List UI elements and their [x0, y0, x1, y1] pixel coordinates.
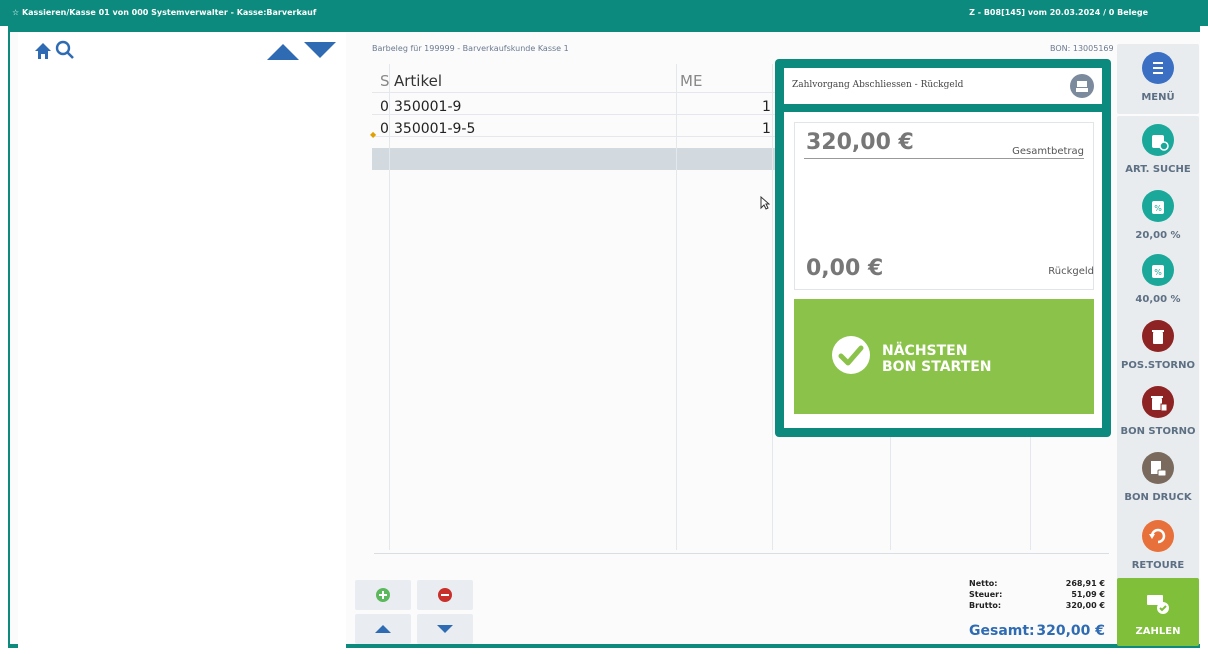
print-icon: [1142, 452, 1174, 484]
discount-20-label: 20,00 %: [1135, 230, 1181, 241]
bon-druck-button[interactable]: BON DRUCK: [1117, 444, 1199, 514]
register-icon[interactable]: [1070, 74, 1094, 98]
trash-receipt-icon: [1142, 386, 1174, 418]
brutto-value: 320,00 €: [1065, 601, 1105, 610]
discount-20-button[interactable]: % 20,00 %: [1117, 182, 1199, 252]
arrow-down-icon: [437, 625, 453, 633]
title-bar: ☆ Kassieren/Kasse 01 von 000 Systemverwa…: [0, 0, 1208, 26]
article-search-label: ART. SUCHE: [1125, 164, 1191, 175]
payment-icon: [1147, 595, 1169, 614]
bon-storno-button[interactable]: BON STORNO: [1117, 378, 1199, 448]
dialog-header: Zahlvorgang Abschliessen - Rückgeld: [784, 68, 1102, 104]
column-header-s[interactable]: S: [380, 72, 390, 90]
next-receipt-label: NÄCHSTEN BON STARTEN: [882, 343, 992, 375]
change-amount: 0,00 €: [806, 256, 884, 281]
menu-label: MENÜ: [1141, 92, 1175, 103]
bon-druck-label: BON DRUCK: [1124, 492, 1192, 503]
svg-text:%: %: [1154, 268, 1162, 277]
row2-artikel[interactable]: 350001-9-5: [394, 121, 475, 137]
steuer-label: Steuer:: [969, 590, 1003, 599]
menu-button[interactable]: MENÜ: [1117, 44, 1199, 114]
plus-icon: [376, 588, 390, 602]
checkmark-icon: [832, 336, 870, 374]
netto-label: Netto:: [969, 579, 998, 588]
column-header-artikel[interactable]: Artikel: [394, 72, 442, 90]
total-label: Gesamtbetrag: [1012, 146, 1084, 157]
add-quantity-button[interactable]: [355, 580, 411, 610]
remove-quantity-button[interactable]: [417, 580, 473, 610]
discount-icon: %: [1142, 190, 1174, 222]
bon-number: BON: 13005169: [1050, 44, 1114, 53]
arrow-up-icon: [375, 625, 391, 633]
totals-summary: Netto: 268,91 € Steuer: 51,09 € Brutto: 320…: [969, 578, 1105, 611]
dialog-title: Zahlvorgang Abschliessen - Rückgeld: [792, 80, 964, 90]
discount-icon: %: [1142, 254, 1174, 286]
pay-button[interactable]: ZAHLEN: [1117, 578, 1199, 646]
menu-icon: [1142, 52, 1174, 84]
marker-icon: ◆: [370, 130, 377, 139]
bon-storno-label: BON STORNO: [1120, 426, 1196, 437]
z-report-info: Z - B08[145] vom 20.03.2024 / 0 Belege: [969, 8, 1148, 17]
column-header-me[interactable]: ME: [680, 72, 702, 90]
divider: [804, 158, 1084, 159]
receipt-header: Barbeleg für 199999 - Barverkaufskunde K…: [372, 44, 569, 53]
move-down-button[interactable]: [417, 614, 473, 644]
article-panel[interactable]: [18, 32, 346, 654]
pos-storno-label: POS.STORNO: [1121, 360, 1195, 371]
return-icon: [1142, 520, 1174, 552]
gesamt-value: 320,00 €: [1036, 623, 1105, 639]
retoure-label: RETOURE: [1131, 560, 1185, 571]
window-title: ☆ Kassieren/Kasse 01 von 000 Systemverwa…: [12, 8, 317, 17]
home-icon[interactable]: [34, 42, 52, 60]
scroll-up-icon[interactable]: [267, 42, 299, 60]
gesamt-label: Gesamt:: [969, 623, 1035, 639]
total-amount: 320,00 €: [806, 130, 914, 155]
netto-value: 268,91 €: [1065, 579, 1105, 588]
row2-me[interactable]: 1: [762, 121, 771, 137]
article-search-icon: [1142, 124, 1174, 156]
brutto-label: Brutto:: [969, 601, 1002, 610]
separator: [374, 553, 1109, 554]
move-up-button[interactable]: [355, 614, 411, 644]
article-search-button[interactable]: ART. SUCHE: [1117, 116, 1199, 186]
next-receipt-line1: NÄCHSTEN: [882, 343, 968, 359]
pay-label: ZAHLEN: [1135, 626, 1181, 637]
scroll-down-icon[interactable]: [304, 42, 336, 60]
row1-artikel[interactable]: 350001-9: [394, 99, 461, 115]
search-icon[interactable]: [55, 40, 75, 60]
minus-icon: [438, 588, 452, 602]
next-receipt-line2: BON STARTEN: [882, 359, 992, 375]
steuer-value: 51,09 €: [1071, 590, 1105, 599]
pos-storno-button[interactable]: POS.STORNO: [1117, 312, 1199, 382]
row2-s[interactable]: 0: [380, 121, 389, 137]
row1-me[interactable]: 1: [762, 99, 771, 115]
grand-total: Gesamt: 320,00 €: [969, 623, 1105, 639]
change-label: Rückgeld: [1048, 266, 1094, 277]
discount-40-button[interactable]: % 40,00 %: [1117, 246, 1199, 316]
discount-40-label: 40,00 %: [1135, 294, 1181, 305]
trash-icon: [1142, 320, 1174, 352]
retoure-button[interactable]: RETOURE: [1117, 512, 1199, 582]
row1-s[interactable]: 0: [380, 99, 389, 115]
mouse-cursor-icon: [760, 196, 770, 210]
svg-text:%: %: [1154, 204, 1162, 213]
